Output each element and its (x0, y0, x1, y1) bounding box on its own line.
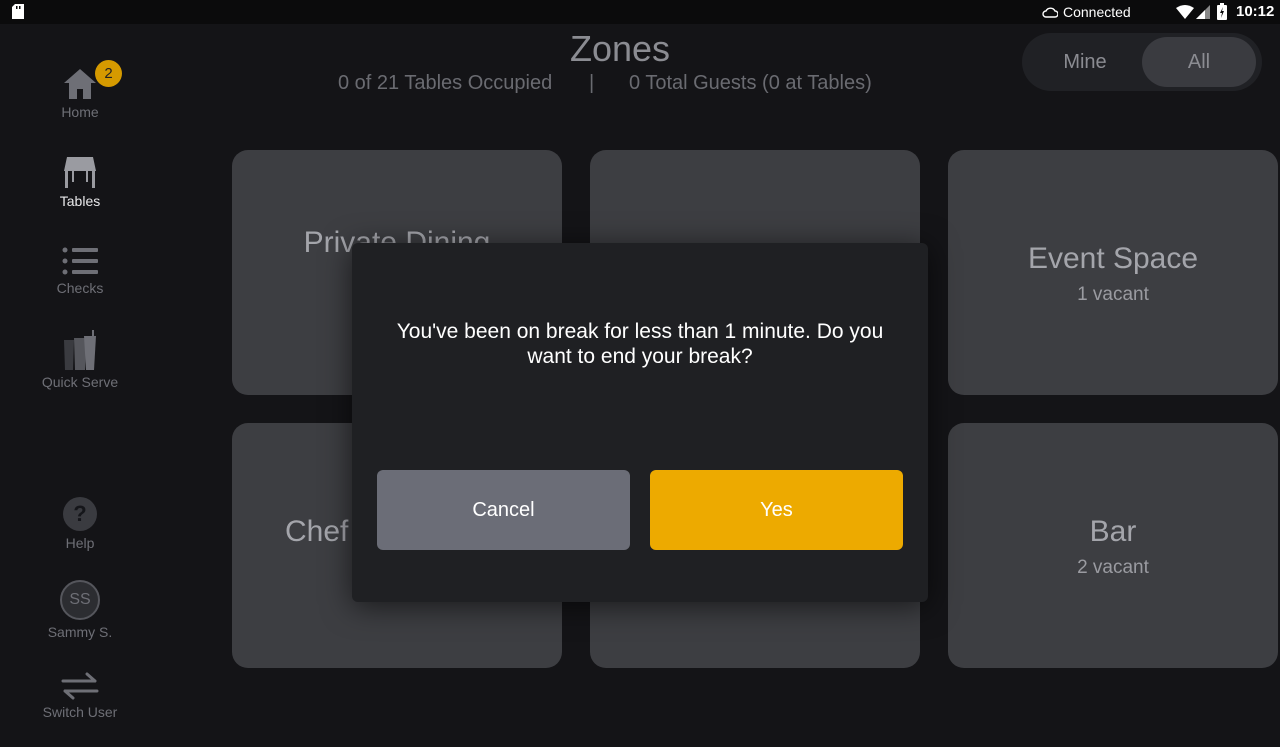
wifi-icon (1176, 5, 1194, 19)
cloud-icon (1042, 7, 1058, 18)
connection-status: Connected (1063, 4, 1131, 20)
clock: 10:12 (1236, 3, 1275, 20)
cell-signal-icon (1196, 5, 1210, 19)
status-bar: Connected 10:12 (0, 0, 1280, 24)
yes-button[interactable]: Yes (650, 470, 903, 550)
end-break-dialog: You've been on break for less than 1 min… (352, 243, 928, 602)
cancel-button[interactable]: Cancel (377, 470, 630, 550)
dialog-message: You've been on break for less than 1 min… (396, 320, 884, 368)
sd-card-icon (12, 4, 24, 19)
battery-charging-icon (1217, 3, 1227, 20)
